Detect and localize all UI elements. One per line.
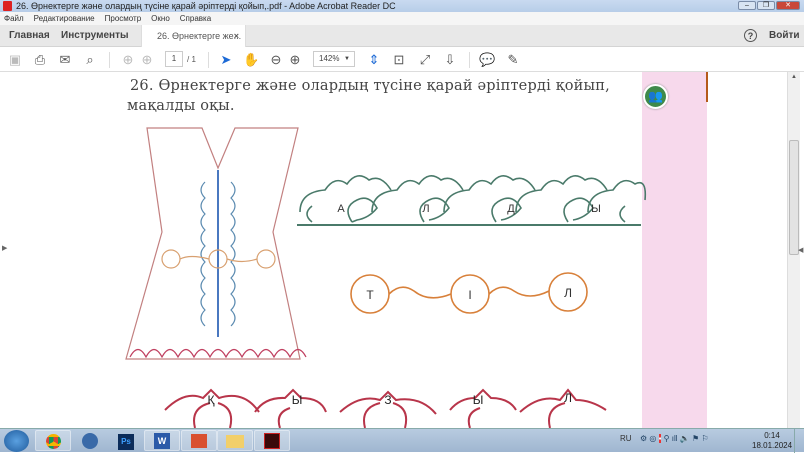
divider (109, 52, 110, 68)
minimize-button[interactable]: – (738, 1, 756, 10)
zoom-value: 142% (319, 54, 340, 63)
tab-bar: Главная Инструменты 26. Өрнектерге же...… (0, 25, 804, 47)
divider (469, 52, 470, 68)
print-icon[interactable]: ⎙ (32, 52, 48, 68)
tab-tools[interactable]: Инструменты (61, 30, 129, 41)
green-letter: Л (422, 203, 429, 215)
taskbar-photoshop[interactable]: Ps (108, 430, 144, 451)
taskbar-explorer[interactable] (217, 430, 253, 451)
chrome-icon (45, 434, 61, 449)
prev-page-icon[interactable]: ⊕ (120, 52, 136, 68)
fullscreen-icon[interactable]: ⤢ (417, 52, 433, 68)
highlight-pen-icon[interactable]: ✎ (505, 52, 521, 68)
language-indicator[interactable]: RU (620, 434, 632, 443)
taskbar: Ps W RU ⚙ ◎ ▪ ⚲ ıll 🔈 ⚑ ⚐ 0:14 18.01.202… (0, 428, 804, 453)
zoom-in-icon[interactable]: ⊕ (287, 52, 303, 68)
comment-icon[interactable]: 💬 (479, 52, 495, 68)
email-icon[interactable]: ✉ (57, 52, 73, 68)
taskbar-media[interactable] (72, 430, 108, 451)
restore-button[interactable]: ❐ (757, 1, 775, 10)
fit-page-icon[interactable]: ⇕ (366, 52, 382, 68)
zoom-select[interactable]: 142% ▼ (313, 51, 355, 67)
red-letter: Ы (292, 393, 303, 407)
menu-bar: Файл Редактирование Просмотр Окно Справк… (0, 12, 804, 25)
tab-document[interactable]: 26. Өрнектерге же... × (141, 25, 246, 47)
orange-letter: Т (366, 288, 374, 302)
powerpoint-icon (191, 434, 207, 448)
signin-button[interactable]: Войти (769, 30, 800, 41)
search-icon[interactable]: ⌕ (82, 52, 98, 68)
menu-file[interactable]: Файл (4, 12, 24, 25)
toolbar: ▣ ⎙ ✉ ⌕ ⊕ ⊕ 1 / 1 ➤ ✋ ⊖ ⊕ 142% ▼ ⇕ ⊡ ⤢ ⇩ … (0, 47, 804, 72)
menu-window[interactable]: Окно (151, 12, 170, 25)
tab-home[interactable]: Главная (9, 30, 50, 41)
orange-letter: Л (564, 286, 572, 300)
taskbar-word[interactable]: W (144, 430, 180, 451)
hand-tool-icon[interactable]: ✋ (243, 52, 259, 68)
red-letter: Қ (208, 393, 215, 407)
tab-document-label: 26. Өрнектерге же... (157, 31, 242, 41)
red-letter: З (384, 393, 391, 407)
red-letter: Ы (473, 393, 484, 407)
clock[interactable]: 0:14 18.01.2024 (752, 431, 792, 451)
tab-close-icon[interactable]: × (234, 25, 239, 47)
help-icon[interactable]: ? (744, 29, 757, 42)
clock-time: 0:14 (764, 431, 780, 440)
zoom-out-icon[interactable]: ⊖ (268, 52, 284, 68)
title-bar: 26. Өрнектерге және олардың түсіне қарай… (0, 0, 804, 12)
green-ornament-row (297, 175, 647, 226)
show-desktop-button[interactable] (794, 429, 804, 453)
green-letter: Ы (591, 203, 601, 215)
pdf-icon (3, 1, 12, 11)
photoshop-icon: Ps (118, 434, 134, 450)
taskbar-acrobat[interactable] (254, 430, 290, 451)
red-letter: Л (564, 391, 572, 405)
divider (208, 52, 209, 68)
word-icon: W (154, 433, 170, 449)
exercise-illustrations: А Л Д Ы Т І Л Қ Ы З Ы Л (125, 127, 647, 428)
green-letter: Д (507, 203, 515, 215)
menu-view[interactable]: Просмотр (105, 12, 142, 25)
menu-help[interactable]: Справка (180, 12, 211, 25)
document-view[interactable]: ▶ 26. Өрнектерге және олардың түсіне қар… (0, 72, 804, 428)
clock-date: 18.01.2024 (752, 441, 793, 450)
save-icon[interactable]: ▣ (7, 52, 23, 68)
folder-icon (226, 435, 244, 448)
select-cursor-icon[interactable]: ➤ (218, 52, 234, 68)
page-total: / 1 (187, 55, 196, 64)
next-page-icon[interactable]: ⊕ (139, 52, 155, 68)
rotate-icon[interactable]: ⊡ (391, 52, 407, 68)
vest-drawing (125, 127, 307, 360)
scrollbar-thumb[interactable] (789, 140, 799, 255)
green-letter: А (337, 203, 345, 215)
page-number-input[interactable]: 1 (165, 51, 183, 67)
menu-edit[interactable]: Редактирование (34, 12, 95, 25)
media-player-icon (82, 433, 98, 449)
right-panel-toggle-icon[interactable]: ◀ (798, 246, 803, 254)
scroll-up-icon[interactable]: ▲ (791, 74, 797, 80)
close-button[interactable]: ✕ (776, 1, 800, 10)
start-button[interactable] (4, 430, 29, 452)
orange-letter: І (468, 288, 471, 302)
scroll-mode-icon[interactable]: ⇩ (442, 52, 458, 68)
taskbar-powerpoint[interactable] (181, 430, 217, 451)
tray-icons[interactable]: ⚙ ◎ ▪ ⚲ ıll 🔈 ⚑ ⚐ (640, 434, 709, 443)
window-title: 26. Өрнектерге және олардың түсіне қарай… (16, 1, 396, 11)
taskbar-chrome[interactable] (35, 430, 71, 451)
acrobat-icon (264, 433, 280, 449)
